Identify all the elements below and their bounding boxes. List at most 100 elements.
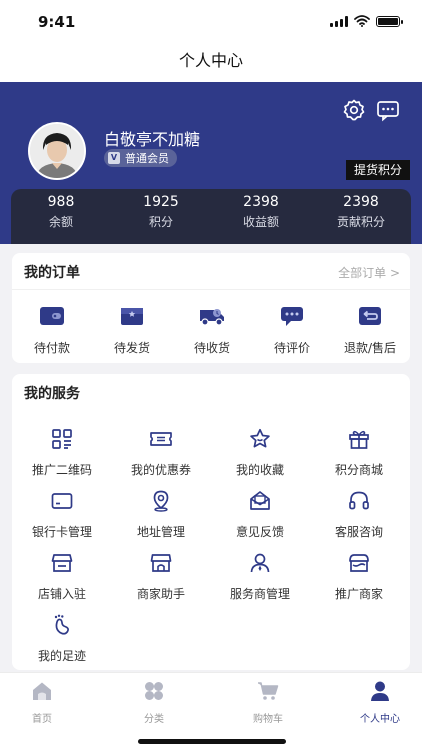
services-title: 我的服务	[24, 386, 80, 402]
vip-icon: V	[108, 152, 120, 164]
tab-home[interactable]: 首页	[2, 680, 82, 725]
promote-store-icon	[349, 554, 369, 572]
service-label: 地址管理	[136, 525, 185, 539]
merchant-icon	[150, 554, 172, 572]
order-item-label: 退款/售后	[343, 341, 397, 355]
order-pending-shipment[interactable]: 待发货	[92, 305, 172, 356]
headset-icon	[349, 491, 369, 510]
service-label: 推广二维码	[31, 463, 92, 477]
category-icon	[145, 682, 163, 700]
status-icons	[330, 15, 403, 27]
service-provider-management[interactable]: 服务商管理	[210, 551, 310, 602]
tab-label: 个人中心	[360, 714, 400, 725]
home-indicator	[138, 739, 286, 744]
signal-icon	[330, 15, 348, 27]
order-pending-review[interactable]: 待评价	[252, 305, 332, 356]
order-pending-payment[interactable]: 待付款	[12, 305, 92, 356]
stat-balance[interactable]: 988 余额	[11, 189, 111, 244]
service-label: 银行卡管理	[31, 525, 92, 539]
all-orders-link[interactable]: 全部订单 >	[338, 264, 400, 281]
member-level-label: 普通会员	[125, 152, 169, 165]
tab-label: 首页	[32, 714, 52, 725]
stat-label: 贡献积分	[336, 215, 385, 229]
service-label: 意见反馈	[235, 525, 284, 539]
order-item-label: 待收货	[193, 341, 230, 355]
service-label: 我的优惠券	[130, 463, 191, 477]
wifi-icon	[354, 15, 370, 27]
service-label: 商家助手	[136, 587, 185, 601]
order-item-label: 待发货	[113, 341, 150, 355]
tab-label: 分类	[144, 714, 164, 725]
user-manage-icon	[250, 553, 270, 573]
service-label: 我的收藏	[235, 463, 284, 477]
nav-bar: 个人中心	[0, 44, 422, 82]
person-icon	[371, 681, 389, 701]
pickup-points-button[interactable]: 提货积分	[345, 160, 410, 180]
store-icon	[51, 554, 73, 572]
service-label: 店铺入驻	[37, 587, 86, 601]
order-pending-receipt[interactable]: 待收货	[172, 305, 252, 356]
stat-value: 2398	[343, 194, 379, 210]
truck-icon	[200, 309, 224, 326]
service-points-mall[interactable]: 积分商城	[309, 427, 409, 478]
tab-category[interactable]: 分类	[114, 680, 194, 725]
order-item-label: 待评价	[273, 341, 310, 355]
page-title: 个人中心	[178, 51, 243, 70]
orders-title: 我的订单	[24, 265, 80, 281]
battery-icon	[376, 15, 403, 27]
settings-gear-icon[interactable]	[342, 98, 366, 122]
service-bank-card[interactable]: 银行卡管理	[12, 489, 112, 540]
service-label: 积分商城	[334, 463, 383, 477]
cart-icon	[258, 682, 279, 700]
coupon-icon	[150, 432, 172, 446]
service-my-coupons[interactable]: 我的优惠券	[111, 427, 211, 478]
stat-label: 收益额	[242, 215, 279, 229]
wallet-icon	[40, 307, 64, 325]
service-label: 我的足迹	[37, 649, 86, 663]
feedback-icon	[250, 491, 270, 510]
footprint-icon	[54, 614, 69, 635]
service-label: 推广商家	[334, 587, 383, 601]
service-customer-support[interactable]: 客服咨询	[309, 489, 409, 540]
gift-icon	[349, 430, 369, 449]
message-icon[interactable]	[376, 98, 400, 122]
service-label: 服务商管理	[229, 587, 290, 601]
service-promote-merchant[interactable]: 推广商家	[309, 551, 409, 602]
service-address[interactable]: 地址管理	[111, 489, 211, 540]
bank-card-icon	[51, 493, 73, 509]
service-my-footprints[interactable]: 我的足迹	[12, 613, 112, 664]
refund-icon	[359, 307, 381, 325]
stat-value: 1925	[143, 194, 179, 210]
tab-cart[interactable]: 购物车	[228, 680, 308, 725]
stat-value: 2398	[243, 194, 279, 210]
member-level-badge: V 普通会员	[104, 149, 177, 167]
home-icon	[33, 682, 51, 700]
avatar-image	[30, 124, 84, 178]
star-icon	[250, 428, 270, 448]
my-services-card: 我的服务 推广二维码 我的优惠券 我的收藏 积分商城 银行卡管理 地址管理 意见…	[12, 374, 410, 670]
service-store-entry[interactable]: 店铺入驻	[12, 551, 112, 602]
order-refund-aftersales[interactable]: 退款/售后	[330, 305, 410, 356]
avatar[interactable]	[28, 122, 86, 180]
service-label: 客服咨询	[334, 525, 383, 539]
divider	[12, 289, 410, 290]
order-item-label: 待付款	[33, 341, 70, 355]
stat-earnings[interactable]: 2398 收益额	[211, 189, 311, 244]
service-promo-qrcode[interactable]: 推广二维码	[12, 427, 112, 478]
service-my-favorites[interactable]: 我的收藏	[210, 427, 310, 478]
location-icon	[153, 490, 169, 512]
stat-value: 988	[47, 194, 75, 210]
tab-profile[interactable]: 个人中心	[340, 680, 420, 725]
comment-icon	[281, 307, 303, 326]
status-time: 9:41	[38, 13, 76, 31]
stat-label: 余额	[48, 215, 73, 229]
service-feedback[interactable]: 意见反馈	[210, 489, 310, 540]
stat-points[interactable]: 1925 积分	[111, 189, 211, 244]
service-merchant-assistant[interactable]: 商家助手	[111, 551, 211, 602]
my-orders-card: 我的订单 全部订单 > 待付款 待发货 待收货 待评价 退款/售后	[12, 253, 410, 363]
status-bar: 9:41	[0, 0, 422, 44]
stat-label: 积分	[148, 215, 173, 229]
stats-bar: 988 余额 1925 积分 2398 收益额 2398 贡献积分	[11, 189, 411, 244]
tab-label: 购物车	[253, 714, 283, 725]
stat-contribution-points[interactable]: 2398 贡献积分	[311, 189, 411, 244]
